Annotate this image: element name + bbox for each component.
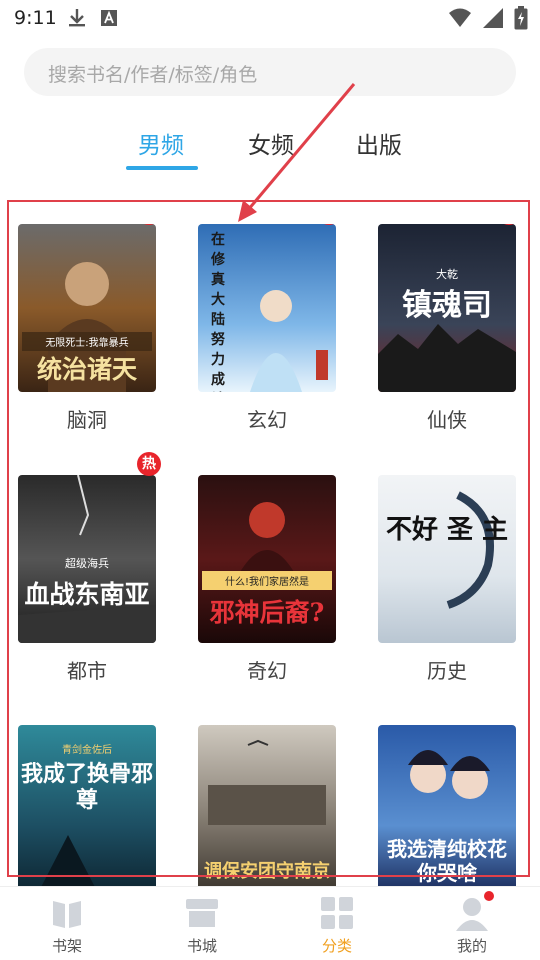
category-label: 都市 xyxy=(67,659,107,683)
nav-label: 书架 xyxy=(51,937,82,955)
cover-title: 我选清纯校花你哭啥 xyxy=(387,837,507,885)
nav-bookshelf[interactable]: 书架 xyxy=(17,887,117,960)
cover-subtitle: 什么!我们家居然是 xyxy=(202,571,332,590)
wifi-icon xyxy=(448,7,472,33)
cover-title: 我成了换骨邪尊 xyxy=(20,761,153,813)
category-grid: 无限死士:我靠暴兵 统治诸天 新 脑洞 在修真大陆 努力成神 热 玄幻 大乾 镇… xyxy=(0,224,540,886)
download-icon xyxy=(68,8,86,32)
cover-title: 统治诸天 xyxy=(36,355,137,384)
battery-charging-icon xyxy=(514,6,528,34)
bookshelf-icon xyxy=(49,895,85,931)
cover-title: 血战东南亚 xyxy=(24,580,150,609)
book-cover: 我选清纯校花你哭啥 xyxy=(378,725,516,886)
category-tabs: 男频 女频 出版 xyxy=(0,126,540,176)
notification-dot xyxy=(484,891,494,901)
tab-publish[interactable]: 出版 xyxy=(356,126,402,160)
category-label: 玄幻 xyxy=(247,408,287,432)
tab-female[interactable]: 女频 xyxy=(248,126,294,160)
text-a-icon xyxy=(100,9,118,31)
book-cover: 青剑金佐后 我成了换骨邪尊 xyxy=(18,725,156,886)
category-label: 奇幻 xyxy=(247,659,287,683)
cover-title: 邪神后裔? xyxy=(209,598,325,627)
search-input[interactable]: 搜索书名/作者/标签/角色 xyxy=(24,48,516,96)
cover-subtitle: 青剑金佐后 xyxy=(62,745,112,756)
tab-active-indicator xyxy=(126,166,198,170)
status-left-icons xyxy=(68,8,118,32)
book-cover: 调保安团守南京 xyxy=(198,725,336,886)
book-cover: 无限死士:我靠暴兵 统治诸天 xyxy=(18,224,156,392)
bookstore-icon xyxy=(184,895,220,931)
tab-male[interactable]: 男频 xyxy=(138,126,184,160)
book-cover: 超级海兵 血战东南亚 xyxy=(18,475,156,643)
book-cover: 在修真大陆 努力成神 xyxy=(198,224,336,392)
profile-icon xyxy=(454,895,490,931)
signal-icon xyxy=(482,7,504,33)
nav-label: 分类 xyxy=(321,937,352,955)
book-cover: 什么!我们家居然是 邪神后裔? xyxy=(198,475,336,643)
book-cover: 不好 圣 主 xyxy=(378,475,516,643)
cover-title: 镇魂司 xyxy=(402,288,492,323)
nav-profile[interactable]: 我的 xyxy=(422,887,522,960)
search-placeholder: 搜索书名/作者/标签/角色 xyxy=(48,64,258,86)
cover-title: 调保安团守南京 xyxy=(204,861,330,882)
cover-title: 不好 圣 主 xyxy=(385,515,509,545)
cover-subtitle: 无限死士:我靠暴兵 xyxy=(22,332,152,351)
bottom-nav: 书架 书城 分类 我的 xyxy=(0,886,540,960)
nav-label: 书城 xyxy=(186,937,217,955)
cover-title: 在修真大陆 努力成神 xyxy=(211,232,225,388)
book-cover: 大乾 镇魂司 xyxy=(378,224,516,392)
nav-bookstore[interactable]: 书城 xyxy=(152,887,252,960)
nav-category[interactable]: 分类 xyxy=(287,887,387,960)
badge-hot: 热 xyxy=(137,452,161,476)
category-label: 历史 xyxy=(427,659,467,683)
status-right-icons xyxy=(448,6,528,34)
category-label: 脑洞 xyxy=(67,408,107,432)
status-time: 9:11 xyxy=(14,7,57,29)
nav-label: 我的 xyxy=(456,937,487,955)
category-label: 仙侠 xyxy=(427,408,467,432)
cover-subtitle: 超级海兵 xyxy=(65,557,109,570)
category-grid-icon xyxy=(319,895,355,931)
status-bar: 9:11 xyxy=(0,0,540,36)
